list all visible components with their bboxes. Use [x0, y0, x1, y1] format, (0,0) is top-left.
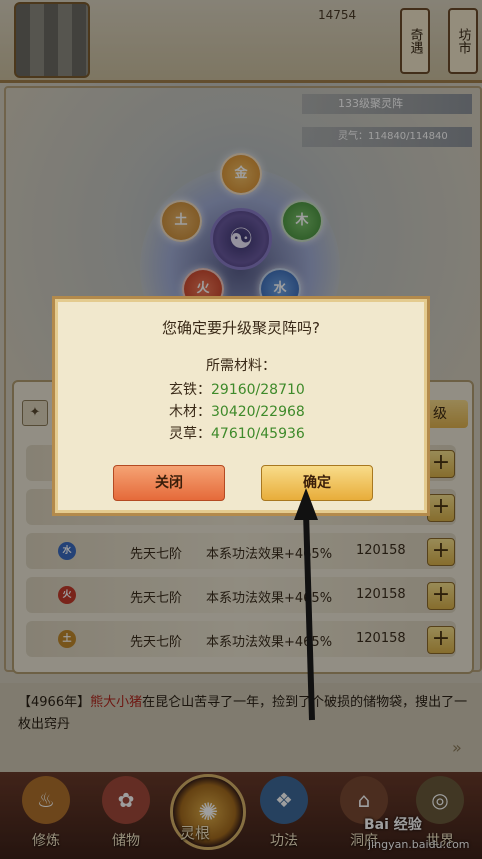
arrow-shaft	[303, 511, 315, 721]
annotation-arrow	[294, 488, 318, 721]
arrow-head	[294, 488, 318, 520]
